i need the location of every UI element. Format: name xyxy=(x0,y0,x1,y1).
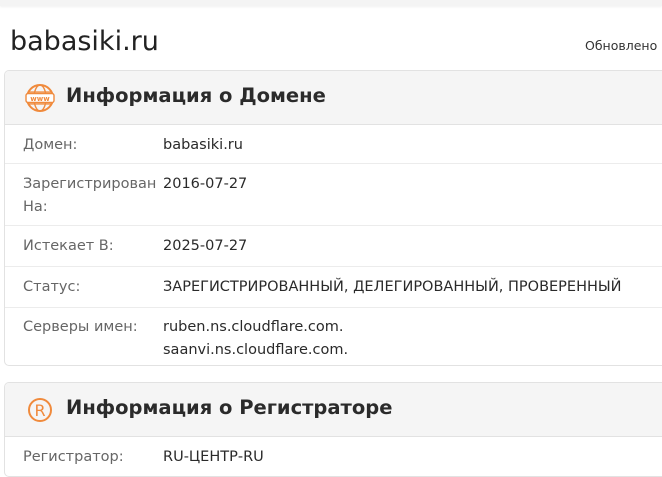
page-header: babasiki.ru Обновлено xyxy=(10,24,662,64)
domain-info-header: www Информация о Домене xyxy=(5,71,662,125)
www-icon: www xyxy=(25,84,55,112)
row-status: Статус: ЗАРЕГИСТРИРОВАННЫЙ, ДЕЛЕГИРОВАНН… xyxy=(5,267,662,308)
row-label: Зарегистрирован На: xyxy=(23,176,157,215)
row-expires: Истекает В: 2025-07-27 xyxy=(5,226,662,267)
row-value: 2025-07-27 xyxy=(163,238,248,254)
row-label: Истекает В: xyxy=(23,238,114,254)
page-title: babasiki.ru xyxy=(10,26,159,57)
row-value: ruben.ns.cloudflare.com. saanvi.ns.cloud… xyxy=(163,316,348,362)
updated-label: Обновлено xyxy=(585,38,658,53)
row-value: 2016-07-27 xyxy=(163,176,248,192)
nameserver-item: ruben.ns.cloudflare.com. xyxy=(163,319,344,335)
row-domain: Домен: babasiki.ru xyxy=(5,125,662,164)
nameserver-item: saanvi.ns.cloudflare.com. xyxy=(163,342,349,358)
registrar-info-header: R Информация о Регистраторе xyxy=(5,383,662,437)
registrar-info-panel: R Информация о Регистраторе Регистратор:… xyxy=(4,382,662,477)
row-value: babasiki.ru xyxy=(163,137,243,153)
svg-text:R: R xyxy=(34,401,45,420)
svg-text:www: www xyxy=(30,95,50,103)
row-label: Серверы имен: xyxy=(23,319,138,335)
row-label: Регистратор: xyxy=(23,449,124,465)
domain-info-panel: www Информация о Домене Домен: babasiki.… xyxy=(4,70,662,366)
row-label: Статус: xyxy=(23,279,81,295)
row-nameservers: Серверы имен: ruben.ns.cloudflare.com. s… xyxy=(5,308,662,365)
row-value: ЗАРЕГИСТРИРОВАННЫЙ, ДЕЛЕГИРОВАННЫЙ, ПРОВ… xyxy=(163,279,622,295)
row-label: Домен: xyxy=(23,137,78,153)
row-registered: Зарегистрирован На: 2016-07-27 xyxy=(5,164,662,226)
row-value: RU-ЦЕНТР-RU xyxy=(163,449,264,465)
registrar-info-title: Информация о Регистраторе xyxy=(66,396,393,419)
row-registrar: Регистратор: RU-ЦЕНТР-RU xyxy=(5,437,662,475)
registered-icon: R xyxy=(28,398,52,422)
domain-info-title: Информация о Домене xyxy=(66,84,326,107)
top-bar xyxy=(0,0,662,6)
